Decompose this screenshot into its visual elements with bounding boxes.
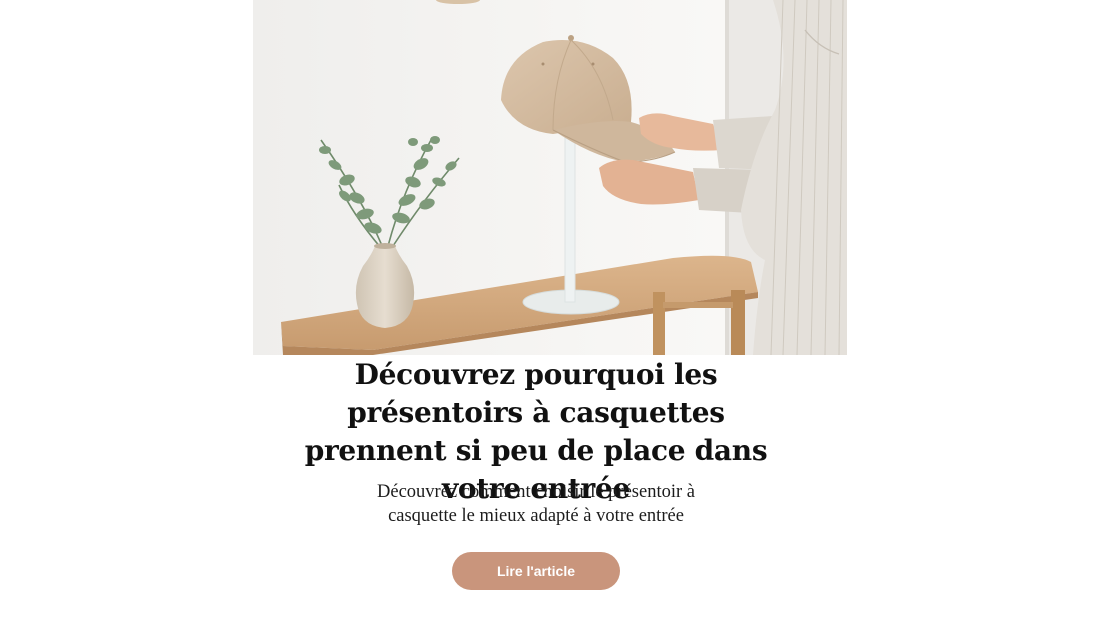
article-card: Découvrez pourquoi les présentoirs à cas…: [0, 0, 1100, 619]
article-subtitle: Découvrez comment choisir le présentoir …: [377, 482, 695, 526]
read-article-button[interactable]: Lire l'article: [452, 552, 620, 590]
hero-image: [253, 0, 847, 355]
